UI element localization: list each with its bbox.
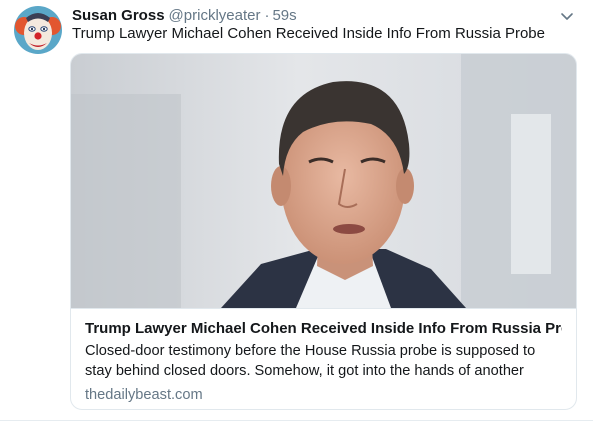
card-body[interactable]: Trump Lawyer Michael Cohen Received Insi… <box>71 308 576 409</box>
header-separator: · <box>264 7 270 24</box>
author-name[interactable]: Susan Gross <box>72 7 165 24</box>
card-title[interactable]: Trump Lawyer Michael Cohen Received Insi… <box>85 319 562 339</box>
article-photo-icon <box>71 54 576 308</box>
chevron-down-icon <box>561 13 573 20</box>
card-domain[interactable]: thedailybeast.com <box>85 385 562 405</box>
tweet-header: Susan Gross @pricklyeater · 59s <box>72 6 553 26</box>
author-handle[interactable]: @pricklyeater <box>169 7 261 24</box>
card-description: Closed-door testimony before the House R… <box>85 343 536 379</box>
card-image[interactable] <box>71 54 576 308</box>
tweet-timestamp[interactable]: 59s <box>272 7 296 24</box>
tweet-text: Trump Lawyer Michael Cohen Received Insi… <box>72 25 545 42</box>
link-card[interactable]: Trump Lawyer Michael Cohen Received Insi… <box>70 53 577 410</box>
tweet[interactable]: Susan Gross @pricklyeater · 59s Trump Lawye… <box>0 0 593 421</box>
tweet-menu-button[interactable] <box>559 8 575 24</box>
author-avatar[interactable] <box>14 6 62 54</box>
clown-avatar-icon <box>14 6 62 54</box>
